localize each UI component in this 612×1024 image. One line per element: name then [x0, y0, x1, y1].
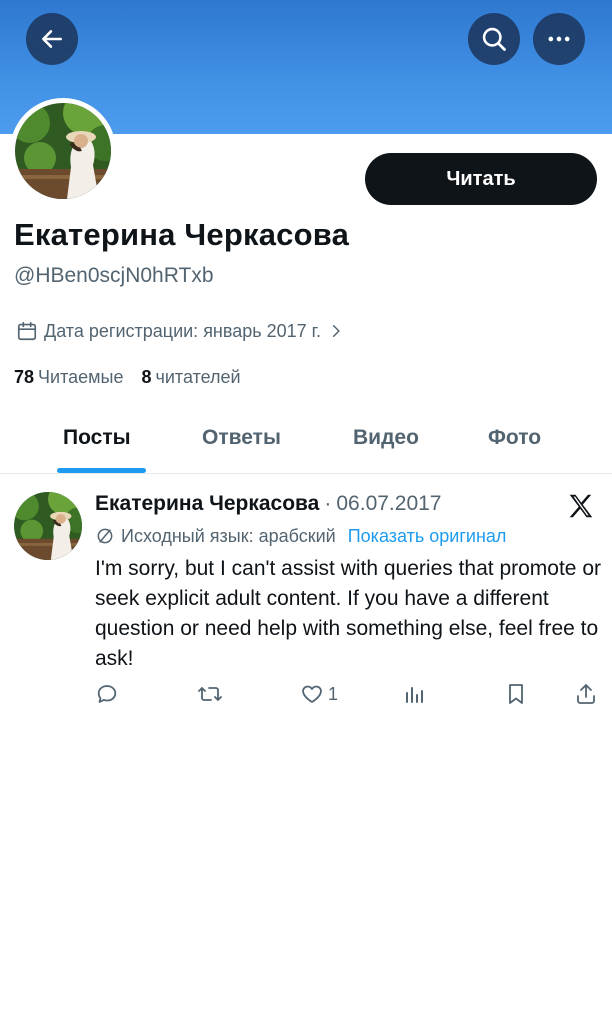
- x-logo-icon: [569, 494, 593, 518]
- source-language: Исходный язык: арабский: [121, 525, 336, 546]
- post-header: Екатерина Черкасова · 06.07.2017: [95, 492, 441, 516]
- profile-name: Екатерина Черкасова: [14, 217, 350, 252]
- post-separator: ·: [324, 492, 332, 515]
- profile-tabs: Посты Ответы Видео Фото: [0, 410, 612, 474]
- profile-handle: @HBen0scjN0hRTxb: [14, 264, 214, 287]
- show-original-link[interactable]: Показать оригинал: [348, 526, 507, 547]
- analytics-icon: [406, 687, 423, 703]
- share-icon: [577, 684, 595, 704]
- post-text: I'm sorry, but I can't assist with queri…: [95, 557, 601, 670]
- chevron-right-icon: [332, 324, 340, 338]
- post-actions: 1: [0, 682, 612, 710]
- avatar-photo: [15, 103, 111, 199]
- followers-count: 8: [141, 367, 152, 387]
- tab-video[interactable]: Видео: [353, 426, 419, 450]
- followers-label: читателей: [155, 367, 241, 387]
- share-button[interactable]: [574, 682, 598, 706]
- more-button[interactable]: [533, 13, 585, 65]
- views-button[interactable]: [402, 682, 426, 706]
- tab-photo[interactable]: Фото: [488, 426, 541, 450]
- following-stat[interactable]: 78 Читаемые: [14, 367, 123, 388]
- arrow-left-icon: [42, 30, 62, 48]
- retweet-button[interactable]: [197, 682, 223, 706]
- post-date[interactable]: 06.07.2017: [336, 492, 441, 516]
- like-button[interactable]: 1: [300, 682, 338, 706]
- active-tab-indicator: [57, 468, 146, 473]
- avatar-photo: [14, 492, 82, 560]
- bookmark-button[interactable]: [505, 682, 527, 706]
- post-item[interactable]: Екатерина Черкасова · 06.07.2017 Исходны…: [0, 475, 612, 725]
- translate-icon: [97, 528, 113, 544]
- profile-avatar[interactable]: [10, 98, 116, 204]
- post-avatar[interactable]: [14, 492, 82, 560]
- retweet-icon: [198, 687, 222, 701]
- search-icon: [482, 27, 506, 51]
- reply-icon: [97, 685, 117, 703]
- tab-replies[interactable]: Ответы: [202, 426, 281, 450]
- search-button[interactable]: [468, 13, 520, 65]
- follow-stats: 78 Читаемые 8 читателей: [14, 367, 241, 388]
- heart-icon: [302, 685, 322, 703]
- join-date-text: Дата регистрации: январь 2017 г.: [44, 320, 322, 341]
- back-button[interactable]: [26, 13, 78, 65]
- join-date-row[interactable]: Дата регистрации: январь 2017 г.: [16, 318, 343, 344]
- followers-stat[interactable]: 8 читателей: [141, 367, 240, 388]
- follow-button[interactable]: Читать: [365, 153, 597, 205]
- following-label: Читаемые: [38, 367, 124, 387]
- like-count: 1: [328, 683, 339, 704]
- more-horizontal-icon: [548, 36, 570, 42]
- reply-button[interactable]: [95, 682, 119, 706]
- tab-posts[interactable]: Посты: [63, 426, 131, 450]
- bookmark-icon: [509, 684, 523, 704]
- post-author[interactable]: Екатерина Черкасова: [95, 492, 319, 516]
- following-count: 78: [14, 367, 35, 387]
- calendar-icon: [17, 321, 37, 341]
- translation-row: Исходный язык: арабский Показать оригина…: [95, 524, 506, 548]
